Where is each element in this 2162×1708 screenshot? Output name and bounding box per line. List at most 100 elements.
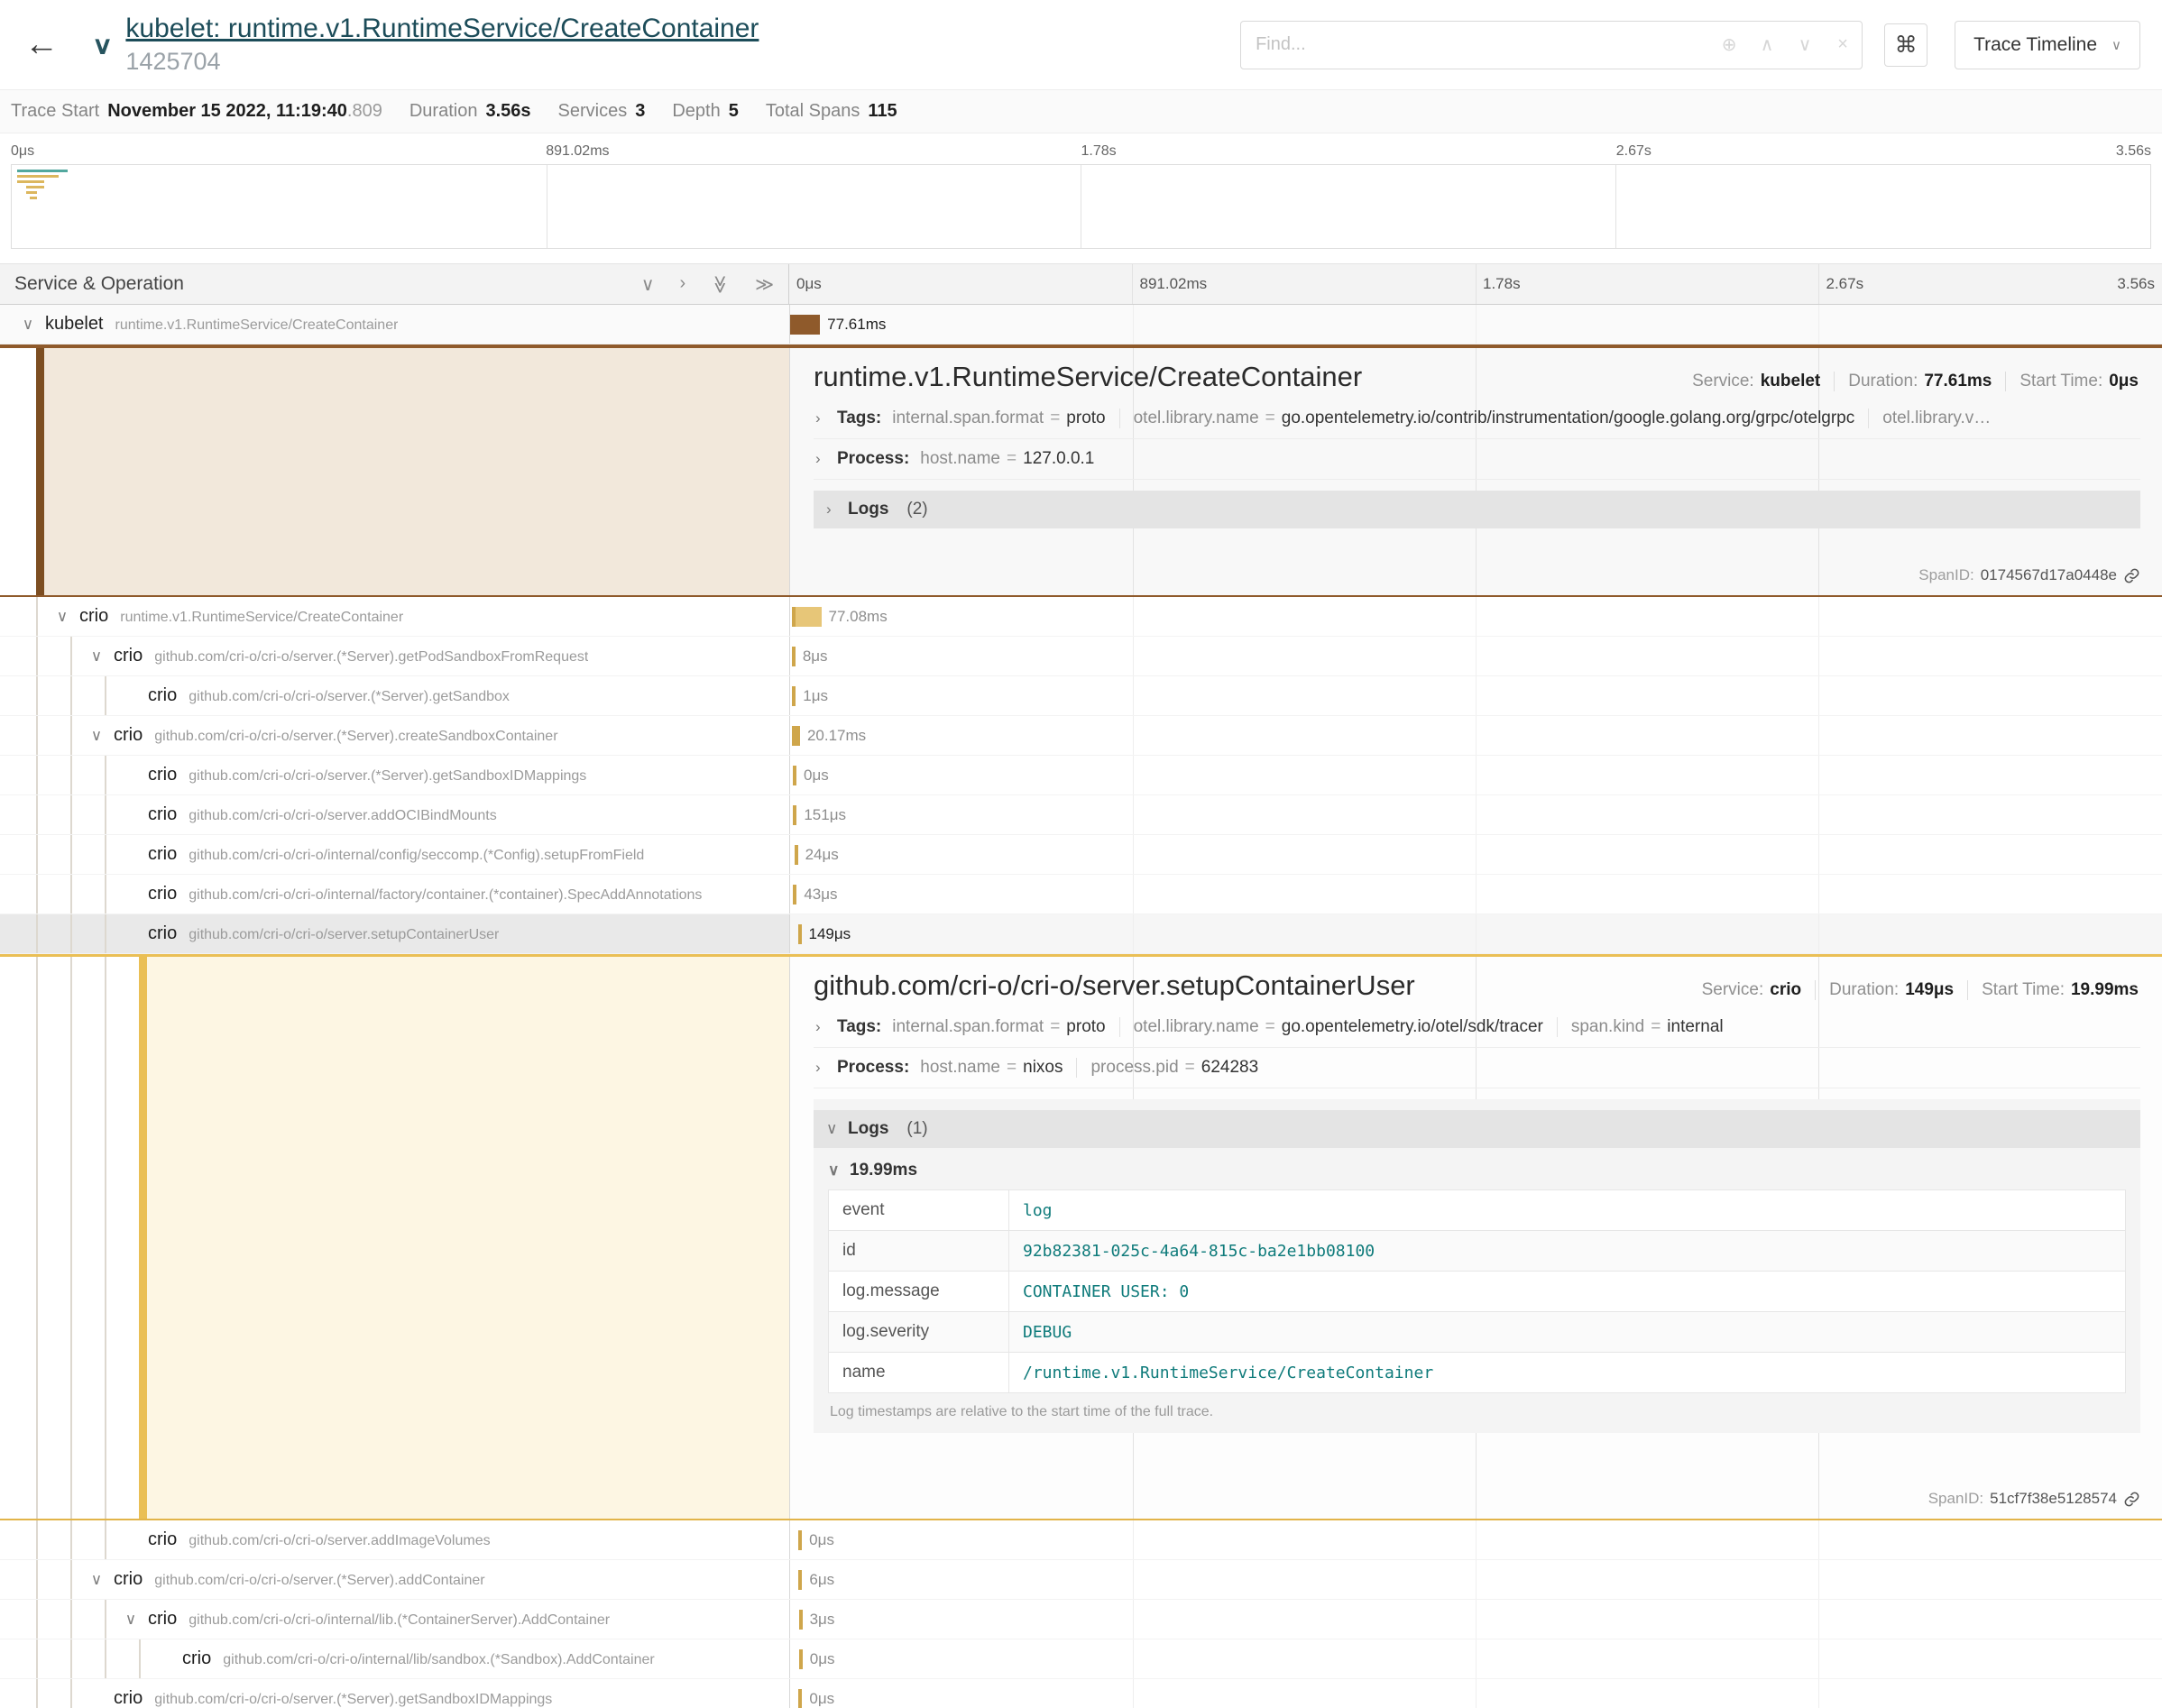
span-timeline-cell[interactable]: 20.17ms [789,716,2162,755]
keyboard-shortcuts-button[interactable]: ⌘ [1884,23,1927,67]
process-accordion[interactable]: › Process: host.namenixos process.pid624… [814,1048,2140,1088]
span-bar[interactable] [790,315,820,335]
chevron-down-icon[interactable]: ∨ [79,647,114,666]
trace-view-select[interactable]: Trace Timeline ∨ [1955,21,2140,69]
span-row[interactable]: criogithub.com/cri-o/cri-o/server.(*Serv… [0,676,2162,716]
span-bar[interactable] [793,805,796,825]
span-name-cell[interactable]: criogithub.com/cri-o/cri-o/internal/fact… [0,875,789,914]
span-row[interactable]: criogithub.com/cri-o/cri-o/server.(*Serv… [0,1679,2162,1708]
span-timeline-cell[interactable]: 1μs [789,676,2162,715]
span-row[interactable]: criogithub.com/cri-o/cri-o/server.addIma… [0,1520,2162,1560]
chevron-down-icon[interactable]: ∨ [11,316,45,334]
span-bar[interactable] [793,766,796,785]
span-row[interactable]: ∨crioruntime.v1.RuntimeService/CreateCon… [0,597,2162,637]
span-bar[interactable] [799,1649,803,1669]
find-focus-icon[interactable]: ⊕ [1710,33,1748,56]
span-timeline-cell[interactable]: 43μs [789,875,2162,914]
collapse-all-icon[interactable]: ≫ [709,275,731,294]
span-timeline-cell[interactable]: 8μs [789,637,2162,675]
span-bar[interactable] [793,885,796,905]
span-bar[interactable] [799,1610,803,1630]
process-accordion[interactable]: › Process: host.name127.0.0.1 [814,439,2140,480]
span-name-cell[interactable]: criogithub.com/cri-o/cri-o/internal/lib/… [0,1639,789,1678]
span-name-cell[interactable]: criogithub.com/cri-o/cri-o/server.(*Serv… [0,756,789,794]
span-row[interactable]: ∨criogithub.com/cri-o/cri-o/server.(*Ser… [0,716,2162,756]
trace-title-link[interactable]: kubelet: runtime.v1.RuntimeService/Creat… [125,14,759,45]
span-timeline-cell[interactable]: 151μs [789,795,2162,834]
span-timeline-cell[interactable]: 0μs [789,1679,2162,1708]
find-input[interactable] [1241,34,1710,55]
span-row[interactable]: ∨criogithub.com/cri-o/cri-o/server.(*Ser… [0,637,2162,676]
span-timeline-cell[interactable]: 6μs [789,1560,2162,1599]
trace-title-chevron-icon[interactable]: ∨ [92,30,113,59]
find-clear-icon[interactable]: × [1824,34,1862,55]
span-name-cell[interactable]: ∨kubeletruntime.v1.RuntimeService/Create… [0,305,789,344]
operation-name: github.com/cri-o/cri-o/internal/factory/… [189,887,702,904]
span-bar[interactable] [792,726,800,746]
span-row[interactable]: criogithub.com/cri-o/cri-o/server.addOCI… [0,795,2162,835]
span-duration-label: 0μs [810,1650,835,1668]
span-name-cell[interactable]: ∨criogithub.com/cri-o/cri-o/internal/lib… [0,1600,789,1639]
span-timeline-cell[interactable]: 0μs [789,1520,2162,1559]
service-operation-title: Service & Operation [14,273,184,295]
span-row[interactable]: ∨criogithub.com/cri-o/cri-o/internal/lib… [0,1600,2162,1639]
span-bar[interactable] [798,1570,802,1590]
spanid-row: SpanID: 51cf7f38e5128574 [814,1481,2140,1508]
link-icon[interactable] [2123,1491,2140,1508]
logs-accordion[interactable]: ∨ Logs (1) [814,1110,2140,1148]
chevron-down-icon[interactable]: ∨ [45,608,79,626]
span-timeline-cell[interactable]: 77.61ms [789,305,2162,344]
expand-one-icon[interactable]: › [679,273,685,296]
span-name-cell[interactable]: criogithub.com/cri-o/cri-o/server.(*Serv… [0,676,789,715]
logs-accordion[interactable]: › Logs (2) [814,491,2140,528]
span-timeline-cell[interactable]: 0μs [789,756,2162,794]
span-row[interactable]: criogithub.com/cri-o/cri-o/internal/lib/… [0,1639,2162,1679]
span-name-cell[interactable]: ∨criogithub.com/cri-o/cri-o/server.(*Ser… [0,637,789,675]
link-icon[interactable] [2123,567,2140,584]
back-button[interactable]: ← [18,25,65,64]
span-bar[interactable] [792,647,796,666]
span-row[interactable]: criogithub.com/cri-o/cri-o/server.setupC… [0,914,2162,954]
span-name-cell[interactable]: criogithub.com/cri-o/cri-o/server.addIma… [0,1520,789,1559]
span-row[interactable]: ∨criogithub.com/cri-o/cri-o/server.(*Ser… [0,1560,2162,1600]
indent-guide [36,1639,38,1678]
span-timeline-cell[interactable]: 3μs [789,1600,2162,1639]
span-name-cell[interactable]: criogithub.com/cri-o/cri-o/internal/conf… [0,835,789,874]
tags-accordion[interactable]: › Tags: internal.span.formatproto otel.l… [814,1007,2140,1048]
chevron-down-icon[interactable]: ∨ [79,727,114,745]
span-name-cell[interactable]: criogithub.com/cri-o/cri-o/server.addOCI… [0,795,789,834]
log-entry-accordion[interactable]: ∨ 19.99ms [828,1152,2126,1189]
indent-guide [70,875,72,914]
chevron-down-icon[interactable]: ∨ [79,1571,114,1589]
span-row[interactable]: criogithub.com/cri-o/cri-o/internal/conf… [0,835,2162,875]
span-name-cell[interactable]: criogithub.com/cri-o/cri-o/server.setupC… [0,914,789,953]
span-timeline-cell[interactable]: 24μs [789,835,2162,874]
find-prev-icon[interactable]: ∧ [1748,33,1786,56]
span-duration-label: 8μs [803,647,828,666]
minimap-canvas[interactable] [11,164,2151,249]
span-name-cell[interactable]: ∨criogithub.com/cri-o/cri-o/server.(*Ser… [0,716,789,755]
tags-accordion[interactable]: › Tags: internal.span.formatproto otel.l… [814,399,2140,439]
span-name-cell[interactable]: ∨crioruntime.v1.RuntimeService/CreateCon… [0,597,789,636]
span-timeline-cell[interactable]: 0μs [789,1639,2162,1678]
span-name-cell[interactable]: ∨criogithub.com/cri-o/cri-o/server.(*Ser… [0,1560,789,1599]
span-bar[interactable] [798,1530,802,1550]
span-bar[interactable] [792,607,822,627]
span-row[interactable]: criogithub.com/cri-o/cri-o/internal/fact… [0,875,2162,914]
span-bar[interactable] [798,1689,802,1708]
service-name: crio [148,685,177,706]
span-bar[interactable] [792,686,796,706]
find-next-icon[interactable]: ∨ [1786,33,1824,56]
span-row[interactable]: criogithub.com/cri-o/cri-o/server.(*Serv… [0,756,2162,795]
expand-all-icon[interactable]: ≫ [755,273,774,296]
detail-indent-area [0,348,789,595]
span-bar[interactable] [798,924,802,944]
span-timeline-cell[interactable]: 77.08ms [789,597,2162,636]
collapse-one-icon[interactable]: ∨ [641,273,655,296]
span-bar[interactable] [795,845,798,865]
span-timeline-cell[interactable]: 149μs [789,914,2162,953]
chevron-down-icon[interactable]: ∨ [114,1611,148,1629]
span-row[interactable]: ∨kubeletruntime.v1.RuntimeService/Create… [0,305,2162,344]
header: ← ∨ kubelet: runtime.v1.RuntimeService/C… [0,0,2162,90]
span-name-cell[interactable]: criogithub.com/cri-o/cri-o/server.(*Serv… [0,1679,789,1708]
